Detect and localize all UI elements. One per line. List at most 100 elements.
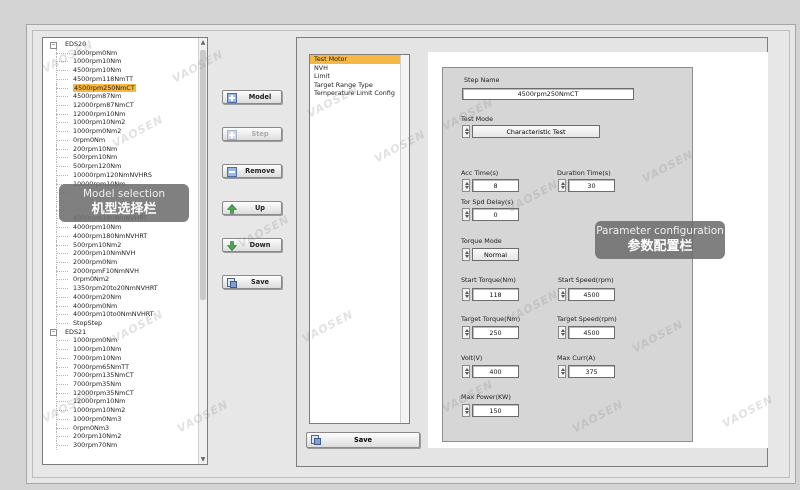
spin-down-icon[interactable] bbox=[464, 186, 469, 189]
spin-down-icon[interactable] bbox=[464, 255, 469, 258]
volt-spinner[interactable] bbox=[462, 365, 470, 378]
tree-item[interactable]: 4000rpm10Nm bbox=[47, 223, 197, 232]
spin-up-icon[interactable] bbox=[560, 368, 565, 371]
volt-input[interactable]: 400 bbox=[462, 365, 519, 378]
step-category-list[interactable]: Test Motor NVH Limit Target Range Type Tempe… bbox=[309, 54, 410, 424]
target-torque-spinner[interactable] bbox=[462, 326, 470, 339]
torque-mode-spinner[interactable] bbox=[462, 248, 470, 261]
tree-group[interactable]: − EDS21 bbox=[47, 328, 197, 337]
step-list-scrollbar[interactable] bbox=[400, 55, 409, 423]
spin-up-icon[interactable] bbox=[560, 182, 565, 185]
collapse-toggle-icon[interactable]: − bbox=[50, 329, 57, 337]
spin-down-icon[interactable] bbox=[560, 372, 565, 375]
tree-item[interactable]: 500rpm10Nm2 bbox=[47, 240, 197, 250]
tree-item[interactable]: 4000rpm180NmNVHRT bbox=[47, 231, 197, 241]
spin-up-icon[interactable] bbox=[464, 329, 469, 332]
spin-up-icon[interactable] bbox=[464, 407, 469, 410]
tree-item[interactable]: 1000rpm0Nm bbox=[47, 336, 197, 345]
spin-down-icon[interactable] bbox=[464, 333, 469, 336]
spin-up-icon[interactable] bbox=[560, 329, 565, 332]
step-category-item[interactable]: Limit bbox=[310, 72, 409, 81]
save-button[interactable]: Save bbox=[222, 275, 282, 289]
start-torque-input[interactable]: 118 bbox=[462, 288, 519, 301]
tree-item[interactable]: 4000rpm0Nm bbox=[47, 301, 197, 311]
max-curr-input[interactable]: 375 bbox=[558, 365, 615, 378]
start-speed-input[interactable]: 4500 bbox=[558, 288, 615, 301]
step-category-item[interactable]: Target Range Type bbox=[310, 81, 409, 90]
model-tree[interactable]: − EDS20 1000rpm0Nm 1000rpm10Nm 4500rpm10Nm 45… bbox=[42, 37, 208, 465]
tree-item[interactable]: 500rpm120Nm bbox=[47, 162, 197, 171]
tree-item[interactable]: 300rpm70Nm bbox=[47, 441, 197, 450]
max-power-spinner[interactable] bbox=[462, 404, 470, 417]
duration-time-spinner[interactable] bbox=[558, 179, 566, 192]
spin-down-icon[interactable] bbox=[560, 186, 565, 189]
tree-group[interactable]: − EDS20 bbox=[47, 40, 197, 49]
tree-item[interactable]: 4500rpm250NmCT bbox=[47, 83, 197, 93]
scroll-down-arrow-icon[interactable]: ▼ bbox=[199, 455, 207, 464]
tree-item[interactable]: 200rpm10Nm bbox=[47, 144, 197, 154]
spin-up-icon[interactable] bbox=[464, 251, 469, 254]
tree-item[interactable]: 12000rpm10Nm bbox=[47, 397, 197, 406]
tree-item[interactable]: 7000rpm10Nm bbox=[47, 353, 197, 363]
tree-item[interactable]: 200rpm10Nm2 bbox=[47, 432, 197, 441]
save-step-button[interactable]: Save bbox=[306, 432, 420, 448]
acc-time-spinner[interactable] bbox=[462, 179, 470, 192]
start-speed-spinner[interactable] bbox=[558, 288, 566, 301]
tree-item[interactable]: 500rpm10Nm bbox=[47, 153, 197, 162]
target-torque-input[interactable]: 250 bbox=[462, 326, 519, 339]
step-name-field[interactable]: 4500rpm250NmCT bbox=[462, 88, 634, 100]
spin-down-icon[interactable] bbox=[464, 295, 469, 298]
test-mode-selector[interactable]: Characteristic Test bbox=[462, 125, 600, 138]
spin-down-icon[interactable] bbox=[560, 333, 565, 336]
model-button[interactable]: Model bbox=[222, 90, 282, 104]
spin-up-icon[interactable] bbox=[464, 128, 469, 131]
tree-item[interactable]: 0rpm0Nm2 bbox=[47, 275, 197, 284]
tree-item[interactable]: 2000rpm10NmNVH bbox=[47, 249, 197, 258]
tree-item[interactable]: 7000rpm35Nm bbox=[47, 380, 197, 389]
tree-item[interactable]: 2000rpm0Nm bbox=[47, 257, 197, 267]
tree-item[interactable]: 4500rpm118NmTT bbox=[47, 74, 197, 84]
tree-item[interactable]: 0rpm0Nm3 bbox=[47, 423, 197, 433]
tree-item[interactable]: 4000rpm20Nm bbox=[47, 292, 197, 302]
tree-item[interactable]: 12000rpm87NmCT bbox=[47, 101, 197, 110]
tree-item[interactable]: 1000rpm0Nm bbox=[47, 48, 197, 58]
duration-time-input[interactable]: 30 bbox=[558, 179, 615, 192]
spin-down-icon[interactable] bbox=[464, 215, 469, 218]
max-curr-spinner[interactable] bbox=[558, 365, 566, 378]
test-mode-spinner[interactable] bbox=[462, 125, 470, 138]
tree-item[interactable]: 2000rpmF10NmNVH bbox=[47, 266, 197, 276]
spin-down-icon[interactable] bbox=[464, 372, 469, 375]
max-power-input[interactable]: 150 bbox=[462, 404, 519, 417]
spin-up-icon[interactable] bbox=[560, 291, 565, 294]
spin-down-icon[interactable] bbox=[464, 132, 469, 135]
spin-up-icon[interactable] bbox=[464, 368, 469, 371]
tor-spd-delay-spinner[interactable] bbox=[462, 208, 470, 221]
model-tree-scrollbar[interactable]: ▲ ▼ bbox=[198, 38, 207, 464]
acc-time-input[interactable]: 8 bbox=[462, 179, 519, 192]
torque-mode-selector[interactable]: Normal bbox=[462, 248, 519, 261]
step-category-item[interactable]: Test Motor bbox=[310, 55, 409, 64]
tree-item[interactable]: 4000rpm10to0NmNVHRT bbox=[47, 310, 197, 319]
spin-down-icon[interactable] bbox=[464, 411, 469, 414]
spin-down-icon[interactable] bbox=[560, 295, 565, 298]
collapse-toggle-icon[interactable]: − bbox=[50, 41, 57, 49]
start-torque-spinner[interactable] bbox=[462, 288, 470, 301]
tree-item[interactable]: 1000rpm10Nm bbox=[47, 57, 197, 66]
step-button[interactable]: Step bbox=[222, 127, 282, 141]
up-button[interactable]: Up bbox=[222, 201, 282, 215]
model-tree-scroll-thumb[interactable] bbox=[200, 50, 206, 300]
step-category-item[interactable]: Temperature Limit Config bbox=[310, 89, 409, 98]
tree-item[interactable]: 1000rpm0Nm3 bbox=[47, 414, 197, 424]
tree-item[interactable]: StopStep bbox=[47, 319, 197, 328]
tree-item[interactable]: 1000rpm10Nm2 bbox=[47, 118, 197, 127]
remove-button[interactable]: Remove bbox=[222, 164, 282, 178]
tree-item[interactable]: 0rpm0Nm bbox=[47, 135, 197, 145]
target-speed-spinner[interactable] bbox=[558, 326, 566, 339]
tree-item[interactable]: 12000rpm35NmCT bbox=[47, 388, 197, 398]
spin-up-icon[interactable] bbox=[464, 211, 469, 214]
target-speed-input[interactable]: 4500 bbox=[558, 326, 615, 339]
tree-item[interactable]: 1000rpm10Nm bbox=[47, 345, 197, 354]
tree-item[interactable]: 12000rpm10Nm bbox=[47, 109, 197, 119]
spin-up-icon[interactable] bbox=[464, 291, 469, 294]
tree-item[interactable]: 10000rpm120NmNVHRS bbox=[47, 170, 197, 180]
